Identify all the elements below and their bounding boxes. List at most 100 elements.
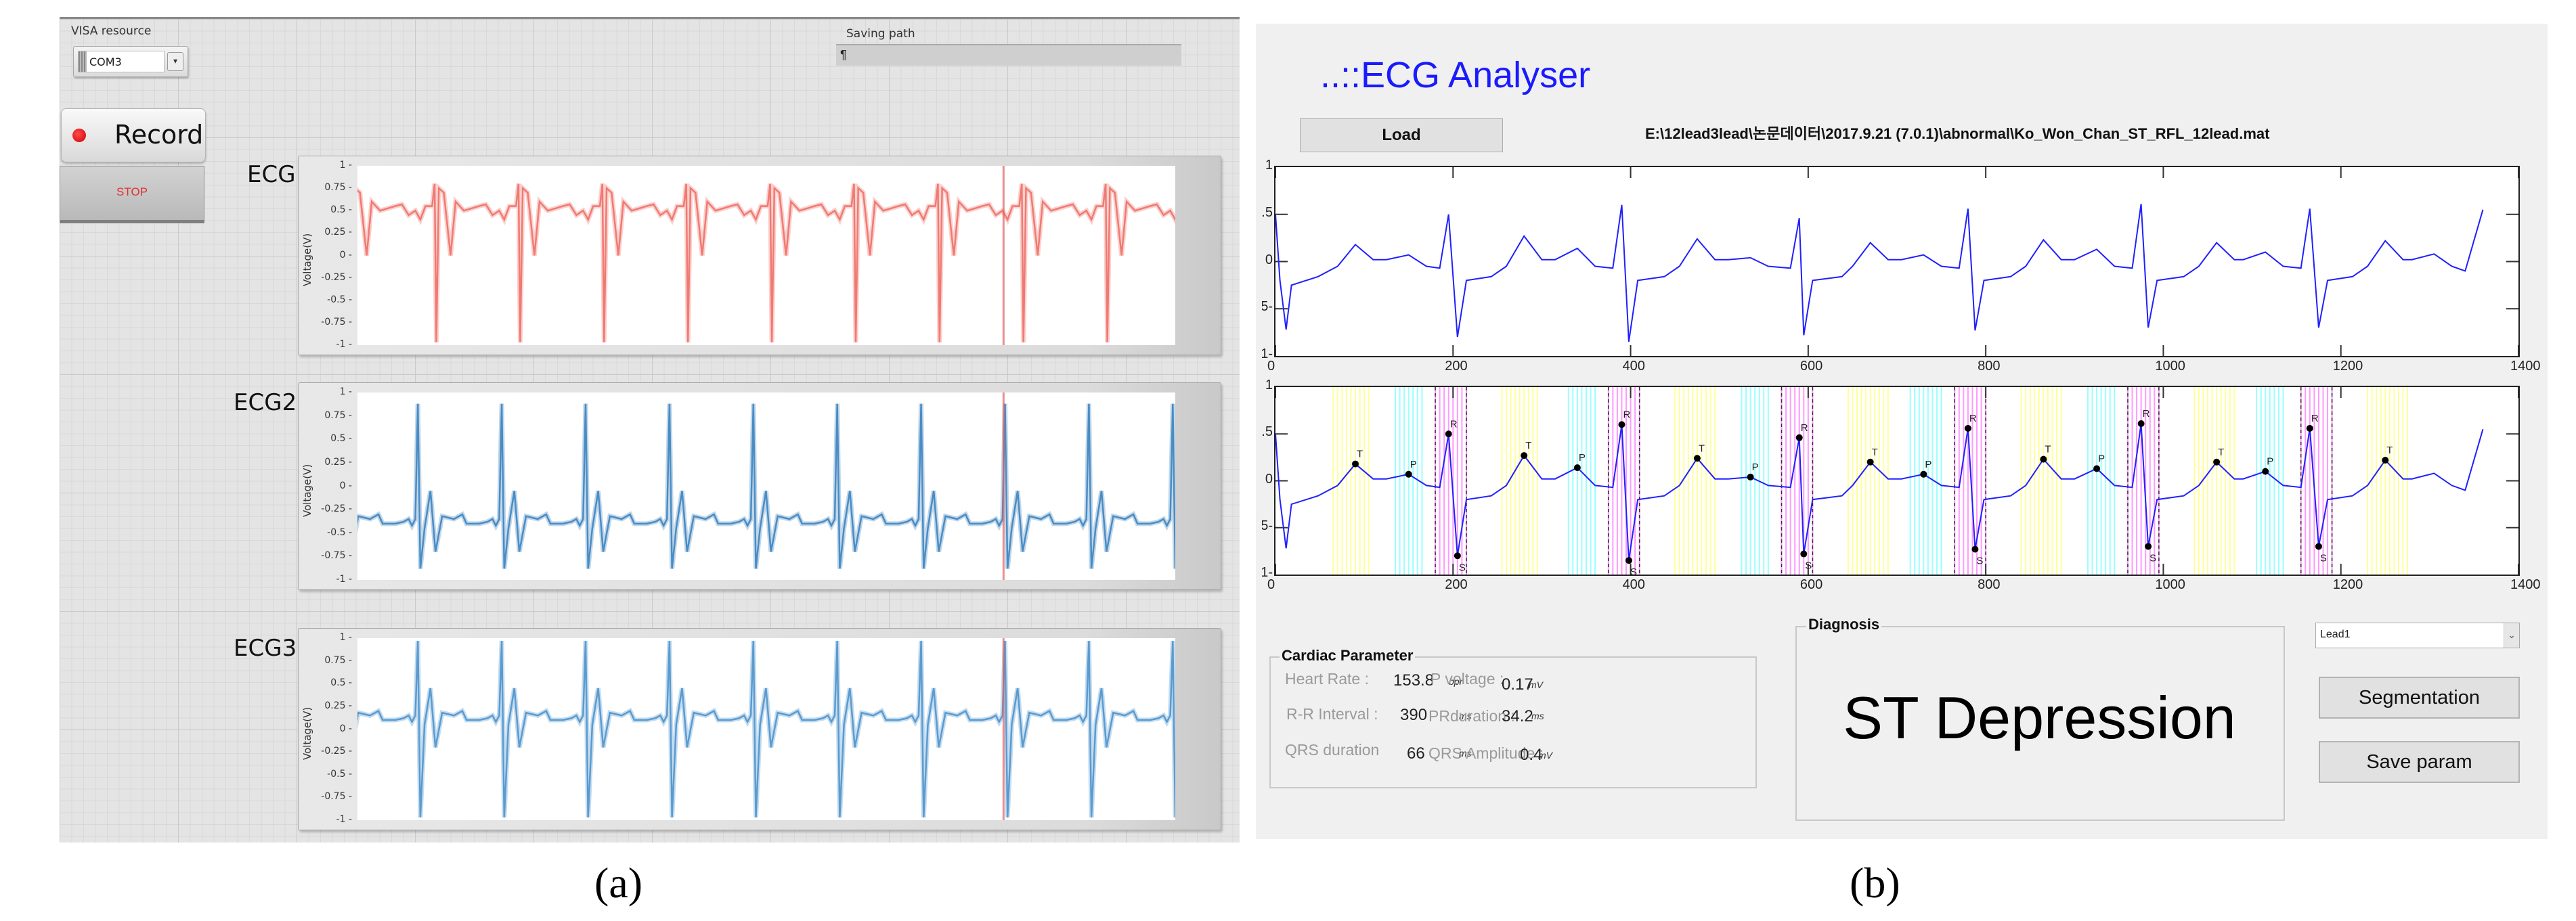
fiducial-label-t: T bbox=[1525, 440, 1531, 451]
y-tick-label: -0.25 - bbox=[321, 746, 352, 757]
heart-rate-label: Heart Rate : bbox=[1285, 670, 1369, 688]
file-path-text: E:\12lead3lead\논문데이터\2017.9.21 (7.0.1)\a… bbox=[1645, 125, 2270, 142]
segmentation-button[interactable]: Segmentation bbox=[2319, 677, 2520, 719]
fiducial-point-t bbox=[1693, 455, 1701, 462]
qrs-duration-label: QRS duration bbox=[1285, 741, 1380, 759]
y-tick-label: 1 - bbox=[339, 632, 352, 643]
x-tick-label: 1000 bbox=[2155, 359, 2185, 374]
fiducial-point-s bbox=[2315, 543, 2322, 550]
fiducial-label-s: S bbox=[2149, 552, 2156, 564]
fiducial-point-t bbox=[1352, 460, 1359, 468]
x-tick-label: 1200 bbox=[2332, 359, 2363, 374]
record-button-label: Record bbox=[114, 120, 204, 150]
waveform-chart-ecg: Voltage(V) 1 -0.75 -0.5 -0.25 -0 - -0.25 -… bbox=[298, 156, 1221, 355]
fiducial-label-s: S bbox=[1630, 566, 1637, 575]
y-tick-label: -0.75 - bbox=[321, 791, 352, 803]
fiducial-point-r bbox=[2306, 424, 2313, 432]
waveform-halo bbox=[357, 183, 1175, 343]
fiducial-point-p bbox=[1920, 470, 1927, 478]
y-tick-label: -0.5 bbox=[1262, 299, 1273, 315]
plot-area bbox=[357, 166, 1175, 345]
visa-resource-field[interactable]: COM3 bbox=[78, 51, 165, 72]
waveform-chart-ecg2: Voltage(V) 1 -0.75 -0.5 -0.25 -0 - -0.25 -… bbox=[298, 382, 1221, 590]
fiducial-label-t: T bbox=[1872, 447, 1878, 458]
diagnosis-result: ST Depression bbox=[1843, 684, 2236, 751]
fiducial-point-p bbox=[1573, 464, 1581, 472]
y-tick-label: -0.25 - bbox=[321, 271, 352, 283]
y-tick-label: 0.5 - bbox=[330, 677, 352, 689]
fiducial-label-p: P bbox=[1410, 459, 1417, 470]
load-button[interactable]: Load bbox=[1300, 118, 1503, 152]
fiducial-label-t: T bbox=[2045, 444, 2051, 455]
rr-interval-value: 390 bbox=[1400, 706, 1428, 724]
record-button[interactable]: Record bbox=[61, 108, 206, 162]
visa-resource-select[interactable]: COM3 ▾ bbox=[73, 46, 188, 77]
fiducial-point-p bbox=[1747, 473, 1754, 480]
fiducial-point-t bbox=[2382, 457, 2389, 464]
chevron-down-icon[interactable]: ⌄ bbox=[2504, 623, 2519, 648]
diagnosis-title: Diagnosis bbox=[1806, 616, 1882, 633]
fiducial-point-s bbox=[1625, 557, 1632, 564]
heart-rate-value: 153.8 bbox=[1393, 671, 1435, 690]
fiducial-label-s: S bbox=[1976, 556, 1983, 567]
p-voltage-unit: mV bbox=[1529, 679, 1543, 690]
x-tick-label: 600 bbox=[1799, 577, 1823, 592]
fiducial-label-r: R bbox=[2311, 413, 2319, 424]
y-tick-label: 0.5 - bbox=[330, 204, 352, 216]
y-tick-label: -1 - bbox=[336, 814, 352, 825]
y-tick-label: 1 bbox=[1265, 378, 1273, 392]
fiducial-point-r bbox=[1618, 421, 1625, 428]
x-tick-label: 600 bbox=[1799, 359, 1823, 374]
fiducial-label-s: S bbox=[1805, 560, 1812, 572]
x-tick-label: 800 bbox=[1978, 359, 2001, 374]
waveform-trace bbox=[357, 638, 1175, 820]
fiducial-label-s: S bbox=[2320, 552, 2327, 564]
fiducial-label-p: P bbox=[1752, 462, 1759, 473]
fiducial-label-t: T bbox=[1357, 449, 1363, 460]
y-tick-label: 0.5 - bbox=[330, 433, 352, 445]
save-param-button[interactable]: Save param bbox=[2319, 741, 2520, 783]
y-tick-label: -0.5 - bbox=[327, 294, 352, 305]
plot-canvas bbox=[1275, 167, 2518, 356]
p-voltage-label: P voltage : bbox=[1431, 670, 1504, 688]
cardiac-parameter-title: Cardiac Parameter bbox=[1280, 647, 1416, 665]
fiducial-point-r bbox=[1445, 430, 1452, 438]
dropdown-arrow-icon[interactable]: ▾ bbox=[167, 52, 183, 71]
fiducial-point-s bbox=[1454, 552, 1461, 560]
fiducial-point-t bbox=[2040, 455, 2047, 463]
y-tick-label: -0.5 - bbox=[327, 526, 352, 538]
y-tick-label: 0 bbox=[1265, 252, 1273, 267]
caption-b: (b) bbox=[1850, 859, 1900, 907]
y-tick-label: 0 - bbox=[339, 249, 352, 261]
x-tick-label: 400 bbox=[1622, 359, 1645, 374]
fiducial-point-t bbox=[2213, 458, 2221, 466]
saving-path-label: Saving path bbox=[846, 27, 915, 41]
stop-button[interactable]: STOP bbox=[60, 166, 204, 223]
plot-area bbox=[357, 392, 1175, 580]
lead-select-value: Lead1 bbox=[2320, 629, 2351, 640]
fiducial-label-p: P bbox=[2098, 453, 2105, 464]
y-tick-label: 0.25 - bbox=[324, 700, 352, 711]
waveform-chart-ecg3: Voltage(V) 1 -0.75 -0.5 -0.25 -0 - -0.25 -… bbox=[298, 628, 1221, 830]
lead-select[interactable]: Lead1 ⌄ bbox=[2315, 623, 2520, 648]
record-indicator-icon bbox=[72, 129, 86, 142]
fiducial-label-p: P bbox=[1579, 452, 1586, 464]
y-tick-label: 0.25 - bbox=[324, 456, 352, 468]
chart-title-ecg3: ECG3 bbox=[234, 635, 297, 662]
x-tick-label: 1400 bbox=[2510, 359, 2541, 374]
x-tick-label: 200 bbox=[1445, 359, 1468, 374]
x-tick-label: 400 bbox=[1622, 577, 1645, 592]
x-tick-label: 1400 bbox=[2510, 577, 2541, 592]
x-tick-label: 200 bbox=[1445, 577, 1468, 592]
saving-path-field[interactable]: ¶ bbox=[836, 44, 1181, 66]
y-tick-label: -1 bbox=[1262, 346, 1273, 361]
fiducial-point-s bbox=[2145, 543, 2152, 550]
fiducial-point-p bbox=[1405, 470, 1412, 478]
x-tick-label: 800 bbox=[1978, 577, 2001, 592]
y-tick-label: -0.75 - bbox=[321, 550, 352, 562]
y-tick-label: 1 bbox=[1265, 158, 1273, 173]
chart-title-ecg2: ECG2 bbox=[234, 389, 297, 416]
fiducial-point-s bbox=[1800, 550, 1808, 558]
x-tick-label: 1200 bbox=[2332, 577, 2363, 592]
fiducial-point-s bbox=[1971, 545, 1979, 553]
